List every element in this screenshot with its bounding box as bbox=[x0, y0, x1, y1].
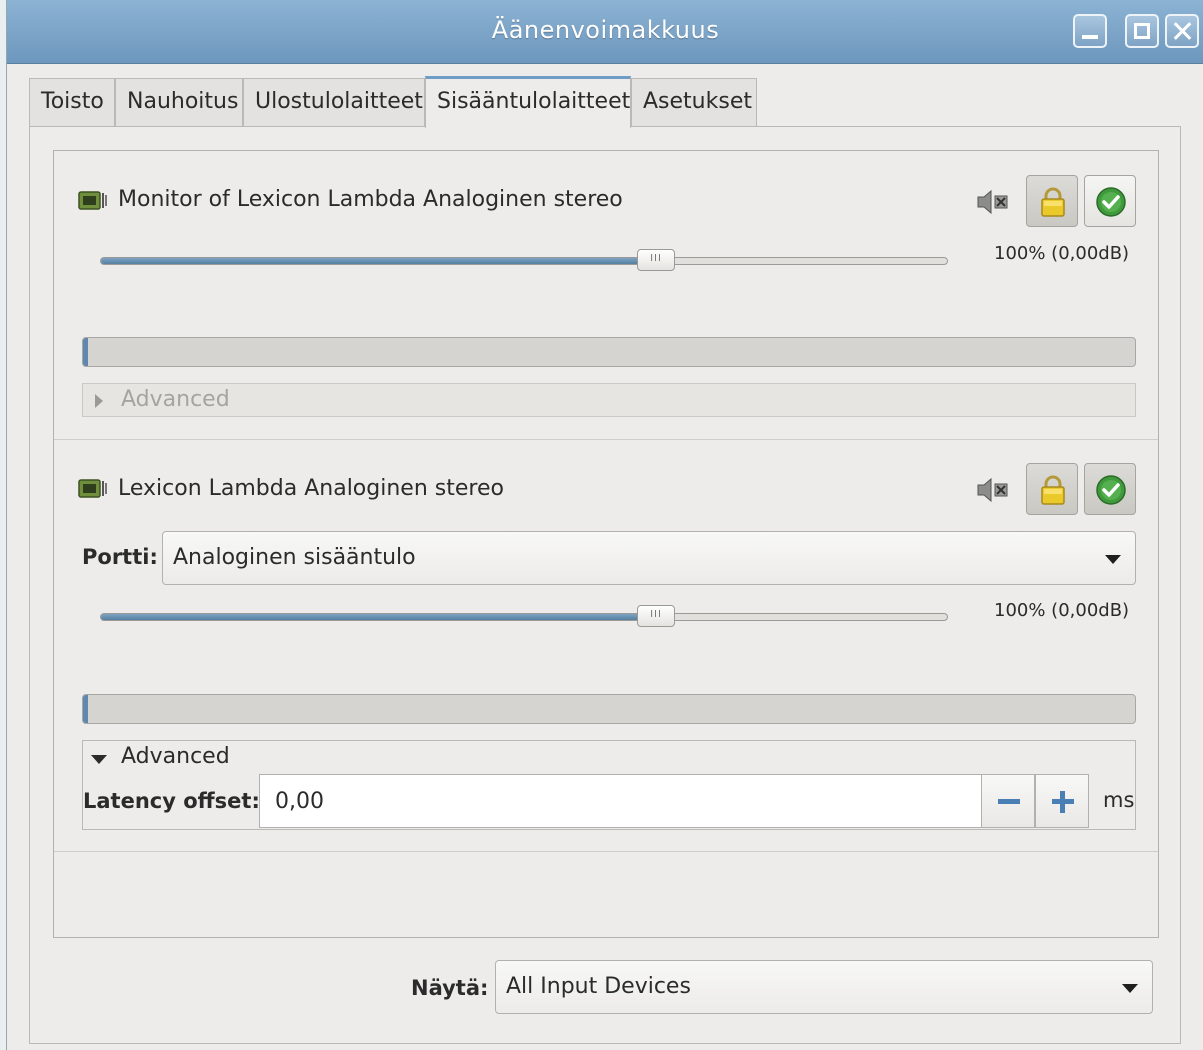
checkmark-icon bbox=[1096, 187, 1126, 217]
lock-icon bbox=[1041, 187, 1065, 217]
chevron-down-icon bbox=[1122, 984, 1138, 993]
show-filter-dropdown[interactable]: All Input Devices bbox=[495, 960, 1153, 1014]
port-dropdown-value: Analoginen sisääntulo bbox=[173, 545, 416, 570]
advanced-label: Advanced bbox=[121, 744, 230, 769]
advanced-expander[interactable]: Advanced bbox=[82, 383, 1136, 417]
tab-ulostulolaitteet[interactable]: Ulostulolaitteet bbox=[243, 78, 425, 126]
peak-level-meter bbox=[82, 694, 1136, 724]
volume-slider[interactable]: III bbox=[100, 249, 948, 271]
minimize-button[interactable] bbox=[1073, 14, 1107, 48]
lock-icon bbox=[1041, 475, 1065, 505]
mute-toggle-icon[interactable] bbox=[976, 187, 1010, 217]
lock-channels-button[interactable] bbox=[1026, 463, 1078, 515]
volume-level-label: 100% (0,00dB) bbox=[994, 600, 1130, 621]
port-dropdown[interactable]: Analoginen sisääntulo bbox=[162, 531, 1136, 585]
lock-channels-button[interactable] bbox=[1026, 175, 1078, 227]
set-default-button[interactable] bbox=[1084, 463, 1136, 515]
volume-slider-fill bbox=[101, 258, 657, 264]
show-label: Näytä: bbox=[411, 976, 489, 1000]
device-separator bbox=[54, 439, 1158, 440]
checkmark-icon bbox=[1096, 475, 1126, 505]
device-separator bbox=[54, 851, 1158, 852]
collapse-arrow-icon bbox=[91, 755, 107, 764]
port-label: Portti: bbox=[82, 545, 158, 569]
volume-level-label: 100% (0,00dB) bbox=[994, 243, 1130, 264]
tab-toisto[interactable]: Toisto bbox=[29, 78, 115, 126]
set-default-button[interactable] bbox=[1084, 175, 1136, 227]
tab-nauhoitus[interactable]: Nauhoitus bbox=[115, 78, 243, 126]
peak-level-fill bbox=[83, 695, 88, 723]
maximize-button[interactable] bbox=[1125, 14, 1159, 48]
title-bar[interactable]: Äänenvoimakkuus bbox=[7, 0, 1203, 64]
sound-card-icon bbox=[78, 191, 107, 210]
volume-slider-handle[interactable]: III bbox=[637, 605, 675, 627]
window-title: Äänenvoimakkuus bbox=[491, 16, 720, 44]
device-list-panel[interactable]: Monitor of Lexicon Lambda Analoginen ste… bbox=[53, 150, 1159, 938]
show-filter-value: All Input Devices bbox=[506, 974, 691, 999]
close-button[interactable] bbox=[1165, 14, 1199, 48]
mute-toggle-icon[interactable] bbox=[976, 475, 1010, 505]
latency-offset-label: Latency offset: bbox=[83, 789, 260, 813]
volume-slider-handle[interactable]: III bbox=[637, 249, 675, 271]
tab-asetukset[interactable]: Asetukset bbox=[631, 78, 757, 126]
expand-arrow-icon bbox=[95, 394, 103, 408]
advanced-expander[interactable]: Advanced Latency offset: ms bbox=[82, 740, 1136, 830]
device-name: Monitor of Lexicon Lambda Analoginen ste… bbox=[118, 187, 623, 212]
volume-slider-fill bbox=[101, 614, 657, 620]
decrement-button[interactable] bbox=[981, 774, 1035, 828]
tab-sisaantulolaitteet[interactable]: Sisääntulolaitteet bbox=[425, 76, 631, 128]
latency-offset-input[interactable] bbox=[259, 774, 983, 828]
chevron-down-icon bbox=[1105, 555, 1121, 564]
latency-unit: ms bbox=[1103, 788, 1135, 812]
peak-level-meter bbox=[82, 337, 1136, 367]
increment-button[interactable] bbox=[1035, 774, 1089, 828]
advanced-label: Advanced bbox=[121, 387, 230, 412]
device-name: Lexicon Lambda Analoginen stereo bbox=[118, 476, 504, 501]
volume-control-window: Äänenvoimakkuus Toisto Nauhoitus Ulostul… bbox=[6, 0, 1203, 1050]
sound-card-icon bbox=[78, 479, 107, 498]
peak-level-fill bbox=[83, 338, 88, 366]
volume-slider[interactable]: III bbox=[100, 605, 948, 627]
minus-icon bbox=[998, 799, 1020, 804]
